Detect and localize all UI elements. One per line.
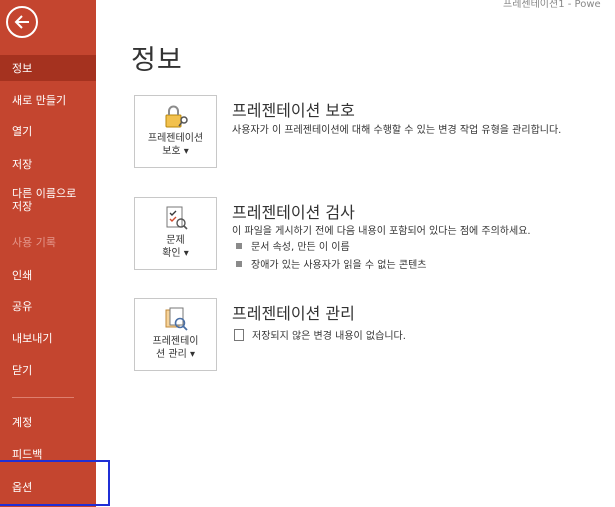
sidebar-item-label: 피드백 xyxy=(12,447,43,461)
document-icon xyxy=(234,328,244,341)
backstage-sidebar: 정보 새로 만들기 열기 저장 다른 이름으로 저장 사용 기록 인쇄 공유 내… xyxy=(0,0,96,507)
sidebar-item-print[interactable]: 인쇄 xyxy=(0,266,96,284)
sidebar-item-label: 사용 기록 xyxy=(12,235,56,249)
sidebar-item-label: 다른 이름으로 저장 xyxy=(12,187,77,213)
section-heading-manage: 프레젠테이션 관리 xyxy=(232,304,355,323)
note-text: 저장되지 않은 변경 내용이 없습니다. xyxy=(252,331,406,342)
sidebar-item-label: 저장 xyxy=(12,157,33,171)
protect-presentation-button[interactable]: 프레젠테이션 보호 ▾ xyxy=(134,95,217,168)
sidebar-item-export[interactable]: 내보내기 xyxy=(0,329,96,347)
section-heading-inspect: 프레젠테이션 검사 xyxy=(232,203,355,222)
sidebar-item-label: 옵션 xyxy=(12,480,33,494)
sidebar-item-label: 내보내기 xyxy=(12,331,53,345)
sidebar-item-label: 공유 xyxy=(12,299,33,313)
section-heading-protect: 프레젠테이션 보호 xyxy=(232,101,355,120)
sidebar-item-account[interactable]: 계정 xyxy=(0,413,96,431)
sidebar-item-options[interactable]: 옵션 xyxy=(0,478,96,496)
check-for-issues-button[interactable]: 문제 확인 ▾ xyxy=(134,197,217,270)
inspect-document-icon xyxy=(163,205,189,231)
sidebar-item-open[interactable]: 열기 xyxy=(0,122,96,140)
lock-icon xyxy=(163,103,189,129)
manage-presentation-button[interactable]: 프레젠테이 션 관리 ▾ xyxy=(134,298,217,371)
sidebar-item-save[interactable]: 저장 xyxy=(0,155,96,173)
bullet-icon xyxy=(236,260,242,267)
sidebar-item-label: 정보 xyxy=(12,61,33,75)
sidebar-item-label: 열기 xyxy=(12,124,33,138)
sidebar-item-save-as[interactable]: 다른 이름으로 저장 xyxy=(0,187,96,219)
tile-label: 프레젠테이 션 관리 ▾ xyxy=(152,336,199,360)
back-arrow-icon xyxy=(14,15,29,29)
sidebar-item-close[interactable]: 닫기 xyxy=(0,361,96,379)
sidebar-item-label: 인쇄 xyxy=(12,268,33,282)
tile-label: 문제 확인 ▾ xyxy=(162,235,189,259)
section-description-inspect: 이 파일을 게시하기 전에 다음 내용이 포함되어 있다는 점에 주의하세요. xyxy=(232,226,531,237)
unsaved-changes-note: 저장되지 않은 변경 내용이 없습니다. xyxy=(234,327,406,342)
bullet-icon xyxy=(236,242,242,249)
back-button[interactable] xyxy=(6,6,38,38)
list-item: 장애가 있는 사용자가 읽을 수 없는 콘텐츠 xyxy=(236,256,426,271)
sidebar-item-share[interactable]: 공유 xyxy=(0,297,96,315)
sidebar-item-history: 사용 기록 xyxy=(0,233,96,251)
sidebar-item-label: 새로 만들기 xyxy=(12,93,67,107)
sidebar-item-new[interactable]: 새로 만들기 xyxy=(0,91,96,109)
list-item: 문서 속성, 만든 이 이름 xyxy=(236,238,350,253)
section-description-protect: 사용자가 이 프레젠테이션에 대해 수행할 수 있는 변경 작업 유형을 관리합… xyxy=(232,125,562,136)
tile-label: 프레젠테이션 보호 ▾ xyxy=(147,133,204,157)
sidebar-item-info[interactable]: 정보 xyxy=(0,55,96,81)
page-title: 정보 xyxy=(131,45,183,76)
sidebar-item-feedback[interactable]: 피드백 xyxy=(0,445,96,463)
sidebar-divider xyxy=(12,397,74,398)
window-title: 프레젠테이션1 - Powe xyxy=(503,0,601,10)
sidebar-item-label: 닫기 xyxy=(12,363,33,377)
bullet-text: 장애가 있는 사용자가 읽을 수 없는 콘텐츠 xyxy=(251,260,427,271)
bullet-text: 문서 속성, 만든 이 이름 xyxy=(251,242,350,253)
manage-document-icon xyxy=(163,306,189,332)
sidebar-item-label: 계정 xyxy=(12,415,33,429)
